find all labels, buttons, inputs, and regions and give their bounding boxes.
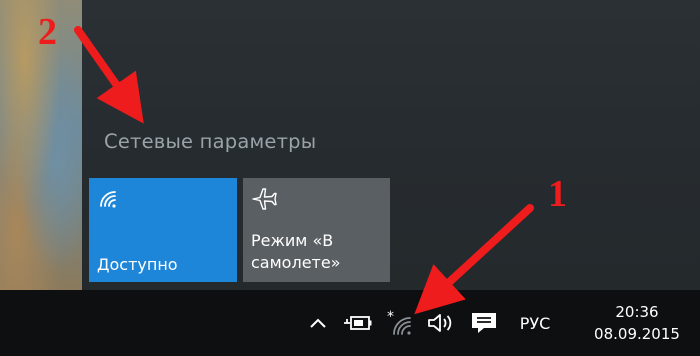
language-indicator[interactable]: РУС (508, 290, 562, 356)
screen: Сетевые параметры Доступно Режим «В само… (0, 0, 700, 356)
wifi-available-icon: * (387, 310, 411, 335)
battery-button[interactable] (340, 290, 376, 356)
annotation-marker-1: 1 (548, 173, 567, 215)
airplane-icon (252, 188, 277, 210)
wifi-tile-label: Доступно (97, 255, 178, 274)
clock-time: 20:36 (615, 303, 659, 321)
wifi-icon (100, 191, 116, 208)
action-center-icon (472, 313, 496, 333)
clock-date: 08.09.2015 (594, 325, 680, 343)
action-center-button[interactable] (464, 290, 504, 356)
volume-button[interactable] (424, 290, 458, 356)
airplane-tile-label-line2: самолете» (251, 253, 341, 272)
airplane-tile-label: Режим «В самолете» (251, 230, 340, 274)
show-hidden-icons-button[interactable] (304, 290, 332, 356)
chevron-up-icon (310, 318, 326, 328)
annotation-marker-2: 2 (38, 11, 57, 53)
network-settings-link[interactable]: Сетевые параметры (104, 130, 316, 153)
network-tray-button[interactable]: * (384, 290, 418, 356)
speaker-icon (428, 314, 452, 332)
airplane-tile-label-line1: Режим «В (251, 231, 334, 250)
svg-text:*: * (387, 310, 394, 325)
clock[interactable]: 20:36 08.09.2015 (578, 290, 696, 356)
airplane-mode-tile[interactable]: Режим «В самолете» (243, 178, 390, 282)
battery-charging-icon (344, 316, 372, 330)
taskbar: * РУС 20:36 08.09.2015 (0, 290, 700, 356)
wifi-tile[interactable]: Доступно (89, 178, 237, 282)
